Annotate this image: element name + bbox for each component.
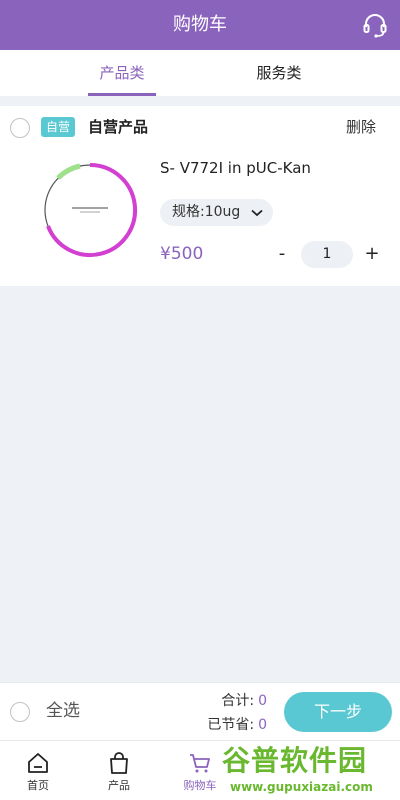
tabbar-item-products[interactable]: 产品 — [89, 741, 149, 800]
tab-products[interactable]: 产品类 — [62, 50, 182, 96]
chevron-down-icon — [251, 209, 263, 217]
site-watermark: 谷普软件园 www.gupuxiazai.com — [222, 742, 400, 798]
bag-icon — [110, 752, 128, 774]
total-label: 合计: — [221, 693, 255, 709]
self-operated-badge: 自营 — [41, 117, 75, 137]
tabbar-label-home: 首页 — [27, 779, 49, 792]
page-title: 购物车 — [173, 14, 227, 35]
category-tabs: 产品类 服务类 — [0, 50, 400, 96]
saved-value: 0 — [258, 717, 267, 733]
checkout-bar: 全选 合计: 0 已节省: 0 下一步 — [0, 682, 400, 740]
product-name[interactable]: S- V772I in pUC-Kan — [160, 156, 311, 180]
app-header: 购物车 — [0, 0, 400, 50]
tabbar-label-products: 产品 — [108, 779, 130, 792]
quantity-value[interactable]: 1 — [301, 241, 353, 268]
spec-label: 规格:10ug — [172, 204, 241, 220]
shop-select-radio[interactable] — [10, 118, 30, 138]
headset-icon[interactable] — [362, 12, 388, 38]
tab-active-indicator — [88, 93, 156, 96]
tab-services[interactable]: 服务类 — [219, 50, 339, 96]
select-all-label[interactable]: 全选 — [46, 700, 80, 722]
watermark-title: 谷普软件园 — [222, 744, 368, 777]
delete-button[interactable]: 删除 — [346, 116, 376, 138]
quantity-increase-button[interactable]: + — [364, 242, 380, 266]
tabbar-label-cart: 购物车 — [183, 779, 217, 792]
tabbar-item-cart[interactable]: 购物车 — [170, 741, 230, 800]
cart-icon — [190, 754, 210, 773]
total-value: 0 — [258, 693, 267, 709]
quantity-decrease-button[interactable]: - — [274, 242, 290, 266]
home-icon — [28, 753, 48, 773]
total-row: 合计: 0 — [221, 691, 267, 711]
saved-row: 已节省: 0 — [207, 715, 267, 735]
spec-selector[interactable]: 规格:10ug — [160, 199, 273, 226]
product-price: ¥500 — [160, 244, 204, 264]
tabbar-item-home[interactable]: 首页 — [8, 741, 68, 800]
next-step-button[interactable]: 下一步 — [284, 692, 392, 732]
cart-shop-card: 自营 自营产品 删除 S- V772I in pUC-Kan 规格:10ug ¥… — [0, 106, 400, 286]
plasmid-map-image[interactable] — [40, 160, 140, 260]
select-all-radio[interactable] — [10, 702, 30, 722]
watermark-url: www.gupuxiazai.com — [230, 780, 373, 794]
saved-label: 已节省: — [207, 717, 255, 733]
shop-name: 自营产品 — [88, 118, 149, 136]
